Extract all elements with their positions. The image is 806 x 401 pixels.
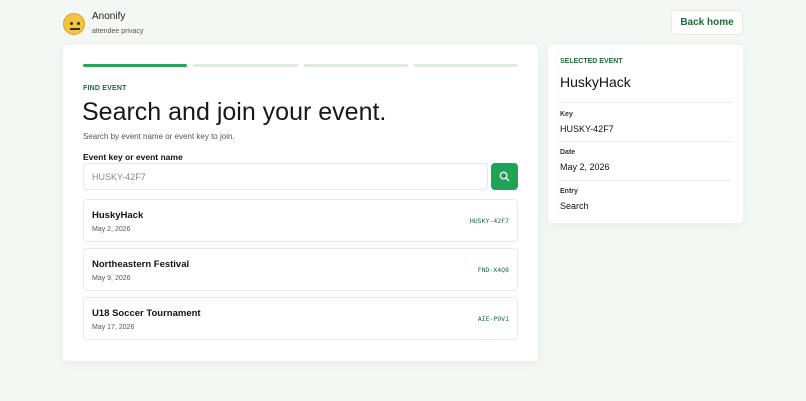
- progress-step-3: [303, 64, 408, 67]
- search-field-label: Event key or event name: [83, 152, 183, 162]
- event-name: Northeastern Festival: [92, 259, 190, 270]
- divider: [560, 102, 732, 103]
- event-date: May 17, 2026: [92, 324, 135, 331]
- entry-value: Search: [560, 201, 589, 211]
- selected-event-name: HuskyHack: [560, 74, 631, 90]
- brand: Anonify attendee privacy: [63, 11, 143, 37]
- event-result-item[interactable]: U18 Soccer Tournament May 17, 2026 AIE-P…: [83, 297, 518, 340]
- event-key: HUSKY-42F7: [469, 217, 509, 225]
- selected-eyebrow: SELECTED EVENT: [560, 58, 623, 65]
- progress-step-2: [193, 64, 298, 67]
- event-key: AIE-P9V1: [477, 315, 509, 323]
- section-eyebrow: FIND EVENT: [83, 85, 127, 92]
- date-label: Date: [560, 149, 576, 156]
- top-header: Anonify attendee privacy Back home: [0, 0, 806, 44]
- selected-event-panel: SELECTED EVENT HuskyHack Key HUSKY-42F7 …: [548, 45, 743, 223]
- divider: [560, 180, 732, 181]
- find-event-card: FIND EVENT Search and join your event. S…: [63, 45, 538, 361]
- event-date: May 2, 2026: [92, 226, 131, 233]
- app-tagline: attendee privacy: [92, 28, 144, 35]
- page-subtitle: Search by event name or event key to joi…: [83, 132, 235, 141]
- key-label: Key: [560, 111, 573, 118]
- event-results-list: HuskyHack May 2, 2026 HUSKY-42F7 Northea…: [83, 199, 518, 346]
- neutral-face-icon: [63, 13, 85, 35]
- event-name: U18 Soccer Tournament: [92, 308, 201, 319]
- event-result-item[interactable]: Northeastern Festival May 9, 2026 FND-X4…: [83, 248, 518, 291]
- app-name: Anonify: [92, 11, 126, 22]
- search-icon: [499, 171, 510, 182]
- event-key: FND-X4Q8: [477, 266, 509, 274]
- event-search-input[interactable]: [83, 163, 488, 190]
- event-date: May 9, 2026: [92, 275, 131, 282]
- event-result-item[interactable]: HuskyHack May 2, 2026 HUSKY-42F7: [83, 199, 518, 242]
- entry-label: Entry: [560, 188, 578, 195]
- page-title: Search and join your event.: [82, 98, 387, 126]
- back-home-button[interactable]: Back home: [671, 10, 743, 35]
- event-name: HuskyHack: [92, 210, 144, 221]
- progress-step-4: [413, 64, 518, 67]
- search-button[interactable]: [491, 163, 518, 190]
- key-value: HUSKY-42F7: [560, 124, 614, 134]
- date-value: May 2, 2026: [560, 162, 610, 172]
- progress-step-1: [83, 64, 188, 67]
- divider: [560, 141, 732, 142]
- step-progress: [83, 64, 518, 68]
